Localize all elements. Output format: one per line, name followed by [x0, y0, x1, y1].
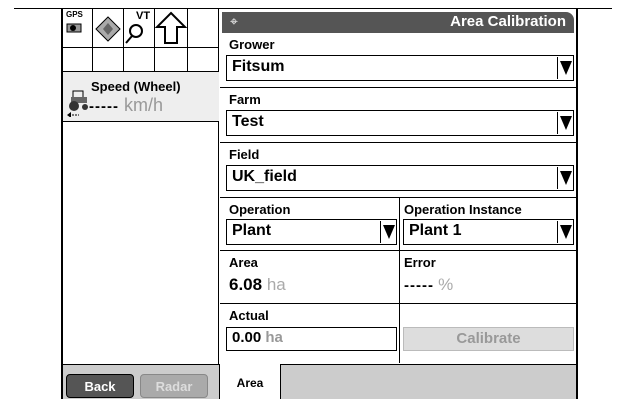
vt-search-icon: VT	[124, 9, 155, 47]
crosshair-icon: ⌖	[230, 13, 238, 29]
actual-input[interactable]: 0.00 ha	[226, 327, 397, 351]
speed-value: ----- km/h	[89, 95, 164, 115]
operation-instance-dropdown[interactable]: Plant 1	[403, 219, 574, 245]
bottom-softkey-bar: Back Radar Area	[63, 364, 576, 399]
farm-label: Farm	[229, 92, 261, 107]
calibrate-button[interactable]: Calibrate	[403, 327, 574, 351]
dropdown-arrow-icon	[380, 221, 395, 243]
speed-label: Speed (Wheel)	[91, 79, 181, 94]
up-arrow-icon[interactable]	[154, 9, 188, 47]
back-button[interactable]: Back	[66, 374, 134, 398]
gps-status-icon: GPS	[63, 9, 93, 47]
operation-label: Operation	[229, 202, 291, 217]
vt-label: VT	[136, 10, 151, 22]
field-value: UK_field	[232, 168, 297, 185]
operation-instance-label: Operation Instance	[404, 202, 522, 217]
status-icon-row: GPS VT	[63, 9, 219, 47]
tab-area[interactable]: Area	[219, 364, 281, 399]
error-label: Error	[404, 255, 436, 270]
status-panel: GPS VT Speed (Wheel) ----- km/h	[63, 9, 219, 364]
operation-value: Plant	[232, 222, 272, 239]
screen-header: ⌖ Area Calibration	[222, 12, 574, 33]
terminal-screen: GPS VT Speed (Wheel) ----- km/h ⌖ Area C…	[61, 8, 578, 399]
status-empty-row	[63, 47, 219, 73]
grower-label: Grower	[229, 37, 275, 52]
farm-dropdown[interactable]: Test	[226, 110, 574, 136]
tractor-icon	[67, 90, 88, 117]
actual-label: Actual	[229, 308, 269, 323]
field-dropdown[interactable]: UK_field	[226, 165, 574, 191]
area-label: Area	[229, 255, 258, 270]
farm-value: Test	[232, 113, 264, 130]
radar-button[interactable]: Radar	[140, 374, 208, 398]
dropdown-arrow-icon	[557, 112, 572, 134]
page-title: Area Calibration	[450, 13, 566, 30]
grower-dropdown[interactable]: Fitsum	[226, 55, 574, 81]
area-value: 6.08 ha	[229, 275, 286, 294]
dropdown-arrow-icon	[557, 167, 572, 189]
operation-instance-value: Plant 1	[409, 222, 462, 239]
actual-value: 0.00 ha	[232, 329, 283, 346]
gps-label: GPS	[66, 10, 83, 19]
error-value: ----- %	[404, 275, 454, 294]
grower-value: Fitsum	[232, 58, 285, 75]
dropdown-arrow-icon	[557, 57, 572, 79]
field-label: Field	[229, 147, 260, 162]
dropdown-arrow-icon	[557, 221, 572, 243]
operation-dropdown[interactable]: Plant	[226, 219, 397, 245]
guidance-icon	[93, 9, 124, 47]
